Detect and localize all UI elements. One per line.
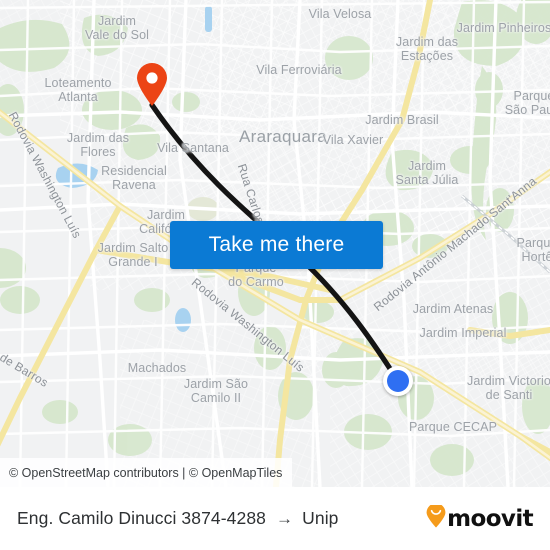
trip-origin-label: Eng. Camilo Dinucci 3874-4288 xyxy=(17,508,267,528)
map-canvas[interactable]: Jardim Vale do Sol Vila Velosa Jardim Pinh… xyxy=(0,0,550,487)
origin-location-marker[interactable] xyxy=(383,366,413,396)
trip-footer-bar: Eng. Camilo Dinucci 3874-4288 → Unip moo… xyxy=(0,487,550,550)
moovit-pin-icon xyxy=(426,502,446,533)
take-me-there-button[interactable]: Take me there xyxy=(170,221,383,269)
map-attribution[interactable]: © OpenStreetMap contributors | © OpenMap… xyxy=(0,458,293,487)
arrow-right-icon: → xyxy=(276,509,294,528)
destination-pin-marker[interactable] xyxy=(136,63,168,107)
trip-summary: Eng. Camilo Dinucci 3874-4288 → Unip xyxy=(17,508,339,529)
trip-destination-label: Unip xyxy=(302,508,339,528)
moovit-wordmark: moovit xyxy=(447,505,533,532)
moovit-brand[interactable]: moovit xyxy=(426,502,534,533)
moovit-trip-screen: Jardim Vale do Sol Vila Velosa Jardim Pinh… xyxy=(0,0,550,550)
origin-dot-inner xyxy=(387,370,409,392)
